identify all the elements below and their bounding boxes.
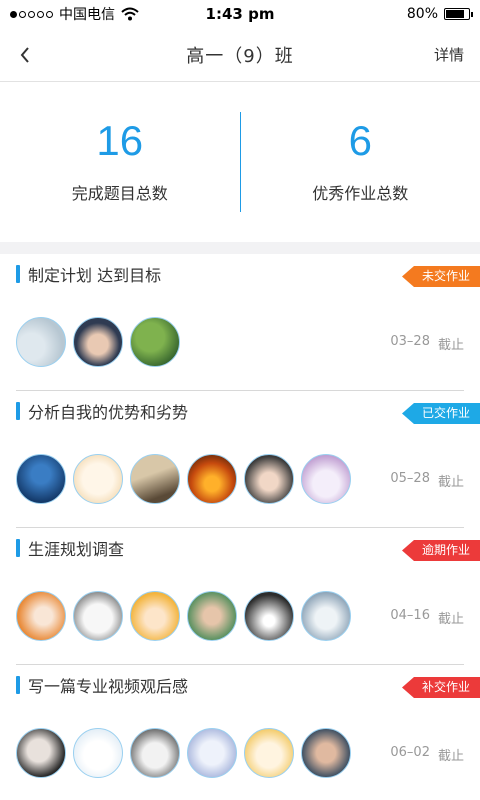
- avatar-anime-silver[interactable]: [187, 728, 237, 778]
- status-left: 中国电信: [10, 4, 139, 24]
- status-bar: 中国电信 1:43 pm 80%: [0, 0, 480, 28]
- deadline-date: 03–28: [390, 334, 430, 349]
- task-title: 生涯规划调查: [28, 540, 125, 559]
- avatar-night-sky[interactable]: [16, 454, 66, 504]
- avatar-sunset[interactable]: [187, 454, 237, 504]
- avatar-list: [16, 591, 351, 641]
- task-accent-bar: [16, 265, 20, 283]
- deadline-date: 04–16: [390, 608, 430, 623]
- avatar-redhead-girl[interactable]: [16, 591, 66, 641]
- avatar-white-dog[interactable]: [301, 454, 351, 504]
- deadline-date: 06–02: [390, 745, 430, 760]
- stat-completed: 16 完成题目总数: [0, 120, 240, 204]
- avatar-cartoon-girl[interactable]: [244, 728, 294, 778]
- avatar-cartoon-fox[interactable]: [73, 454, 123, 504]
- avatar-totoro[interactable]: [301, 591, 351, 641]
- battery-icon: [444, 8, 473, 20]
- task-card: 制定计划 达到目标 未交作业 03–28 截止: [16, 254, 480, 391]
- deadline: 04–16 截止: [390, 608, 464, 627]
- avatar-anime-girl[interactable]: [130, 591, 180, 641]
- task-header: 制定计划 达到目标: [16, 254, 464, 294]
- status-badge: 已交作业: [401, 403, 480, 424]
- avatar-list: [16, 454, 351, 504]
- avatar-tree[interactable]: [130, 317, 180, 367]
- stats-panel: 16 完成题目总数 6 优秀作业总数: [0, 82, 480, 242]
- carrier-label: 中国电信: [59, 7, 115, 23]
- task-title: 写一篇专业视频观后感: [28, 677, 189, 696]
- section-gap: [0, 242, 480, 254]
- deadline: 05–28 截止: [390, 471, 464, 490]
- status-badge: 逾期作业: [401, 540, 480, 561]
- stat-label: 完成题目总数: [71, 184, 168, 203]
- status-badge: 补交作业: [401, 677, 480, 698]
- deadline-suffix: 截止: [437, 338, 464, 353]
- stat-value: 16: [96, 117, 144, 164]
- avatar-boy-sketch[interactable]: [130, 728, 180, 778]
- task-accent-bar: [16, 539, 20, 557]
- deadline-date: 05–28: [390, 471, 430, 486]
- avatar-girl-sunglasses[interactable]: [244, 454, 294, 504]
- task-header: 写一篇专业视频观后感: [16, 665, 464, 705]
- avatar-man-dark[interactable]: [16, 728, 66, 778]
- deadline: 03–28 截止: [390, 334, 464, 353]
- avatar-man-beard[interactable]: [301, 728, 351, 778]
- avatar-boy-flower[interactable]: [244, 591, 294, 641]
- task-item[interactable]: 生涯规划调查 逾期作业 04–16 截止: [0, 528, 480, 665]
- task-header: 生涯规划调查: [16, 528, 464, 568]
- avatar-rabbit[interactable]: [73, 728, 123, 778]
- task-card: 分析自我的优势和劣势 已交作业 05–28 截止: [16, 391, 480, 528]
- deadline-suffix: 截止: [437, 749, 464, 764]
- chevron-left-icon: [20, 46, 29, 63]
- task-title: 分析自我的优势和劣势: [28, 403, 189, 422]
- task-item[interactable]: 制定计划 达到目标 未交作业 03–28 截止: [0, 254, 480, 391]
- task-card: 写一篇专业视频观后感 补交作业 06–02 截止: [16, 665, 480, 800]
- status-badge: 未交作业: [401, 266, 480, 287]
- stat-value: 6: [348, 117, 372, 164]
- task-card: 生涯规划调查 逾期作业 04–16 截止: [16, 528, 480, 665]
- detail-button[interactable]: 详情: [434, 44, 464, 65]
- task-list: 制定计划 达到目标 未交作业 03–28 截止 分析自我的优势和劣势 已交作业 05–28 截…: [0, 254, 480, 800]
- task-item[interactable]: 分析自我的优势和劣势 已交作业 05–28 截止: [0, 391, 480, 528]
- avatar-dandelion[interactable]: [16, 317, 66, 367]
- task-title: 制定计划 达到目标: [28, 266, 162, 285]
- avatar-boy-hood[interactable]: [73, 317, 123, 367]
- task-accent-bar: [16, 676, 20, 694]
- nav-bar: 高一（9）班 详情: [0, 28, 480, 82]
- page-title: 高一（9）班: [186, 45, 294, 67]
- battery-percent: 80%: [406, 6, 438, 22]
- deadline-suffix: 截止: [437, 475, 464, 490]
- wifi-icon: [121, 7, 139, 21]
- avatar-girl-sketch[interactable]: [73, 591, 123, 641]
- task-item[interactable]: 写一篇专业视频观后感 补交作业 06–02 截止: [0, 665, 480, 800]
- stat-excellent: 6 优秀作业总数: [241, 120, 480, 204]
- signal-icon: [10, 10, 53, 18]
- avatar-girl-green[interactable]: [187, 591, 237, 641]
- deadline: 06–02 截止: [390, 745, 464, 764]
- deadline-suffix: 截止: [437, 612, 464, 627]
- task-accent-bar: [16, 402, 20, 420]
- avatar-list: [16, 728, 351, 778]
- task-header: 分析自我的优势和劣势: [16, 391, 464, 431]
- back-button[interactable]: [0, 28, 50, 82]
- stat-label: 优秀作业总数: [312, 184, 409, 203]
- avatar-list: [16, 317, 180, 367]
- avatar-classroom[interactable]: [130, 454, 180, 504]
- status-right: 80%: [406, 6, 473, 22]
